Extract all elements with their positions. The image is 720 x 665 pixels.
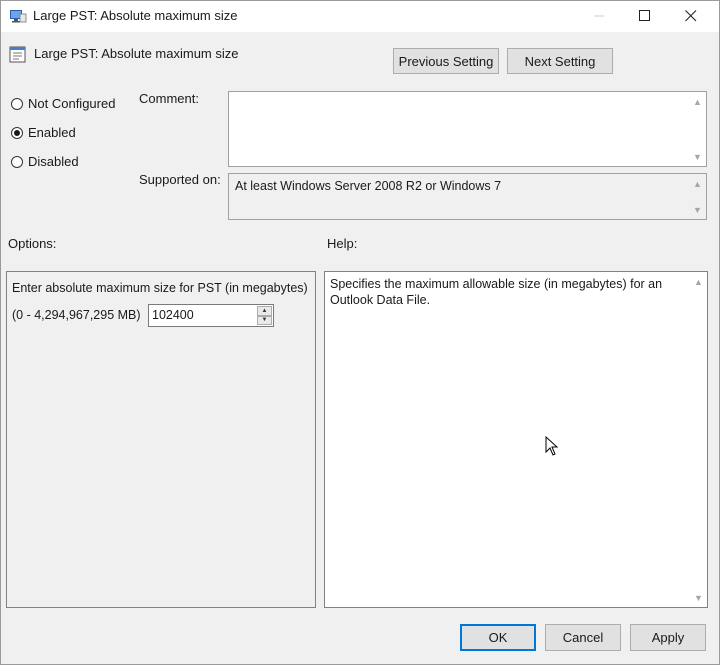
comment-textarea[interactable]: ▲ ▼ (228, 91, 707, 167)
radio-label: Not Configured (28, 96, 116, 111)
pst-size-spinner[interactable]: 102400 ▲ ▼ (148, 304, 274, 327)
minimize-button[interactable] (576, 1, 622, 31)
maximize-button[interactable] (622, 1, 668, 31)
radio-circle[interactable] (11, 155, 23, 168)
setting-title: Large PST: Absolute maximum size (34, 46, 239, 61)
scroll-down-icon[interactable]: ▼ (693, 592, 704, 603)
help-text: Specifies the maximum allowable size (in… (330, 277, 663, 307)
minimize-icon (594, 15, 604, 17)
ok-button[interactable]: OK (460, 624, 536, 651)
close-icon (685, 10, 697, 22)
radio-label: Enabled (28, 125, 76, 140)
supported-on-value: At least Windows Server 2008 R2 or Windo… (235, 179, 502, 193)
maximize-icon (639, 10, 650, 21)
spin-down-icon[interactable]: ▼ (257, 315, 272, 325)
supported-on-label: Supported on: (139, 172, 221, 187)
apply-button[interactable]: Apply (630, 624, 706, 651)
mouse-cursor-icon (545, 435, 559, 459)
window-title: Large PST: Absolute maximum size (33, 8, 238, 23)
options-panel: Enter absolute maximum size for PST (in … (6, 271, 316, 608)
help-scrollbar[interactable]: ▲ ▼ (690, 272, 707, 607)
spinner-buttons[interactable]: ▲ ▼ (257, 306, 272, 325)
previous-setting-button[interactable]: Previous Setting (393, 48, 499, 74)
scroll-down-icon[interactable]: ▼ (692, 204, 703, 215)
radio-disabled[interactable]: Disabled (11, 154, 79, 169)
policy-app-icon (9, 8, 27, 24)
scroll-up-icon[interactable]: ▲ (692, 178, 703, 189)
next-setting-button[interactable]: Next Setting (507, 48, 613, 74)
cancel-button[interactable]: Cancel (545, 624, 621, 651)
close-button[interactable] (668, 1, 714, 31)
options-range: (0 - 4,294,967,295 MB) (12, 308, 141, 322)
supported-scrollbar[interactable]: ▲ ▼ (689, 174, 706, 219)
supported-on-box[interactable]: At least Windows Server 2008 R2 or Windo… (228, 173, 707, 220)
radio-circle[interactable] (11, 97, 23, 110)
scroll-down-icon[interactable]: ▼ (692, 151, 703, 162)
pst-size-value: 102400 (152, 308, 194, 322)
help-panel: Specifies the maximum allowable size (in… (324, 271, 708, 608)
comment-label: Comment: (139, 91, 199, 106)
setting-icon (9, 46, 27, 64)
comment-scrollbar[interactable]: ▲ ▼ (689, 92, 706, 166)
help-label: Help: (327, 236, 358, 251)
options-label: Options: (8, 236, 57, 251)
scroll-up-icon[interactable]: ▲ (692, 96, 703, 107)
options-description: Enter absolute maximum size for PST (in … (12, 281, 308, 295)
radio-circle[interactable] (11, 126, 23, 139)
spin-up-icon[interactable]: ▲ (257, 306, 272, 316)
radio-label: Disabled (28, 154, 79, 169)
radio-not-configured[interactable]: Not Configured (11, 96, 115, 111)
radio-enabled[interactable]: Enabled (11, 125, 76, 140)
scroll-up-icon[interactable]: ▲ (693, 276, 704, 287)
